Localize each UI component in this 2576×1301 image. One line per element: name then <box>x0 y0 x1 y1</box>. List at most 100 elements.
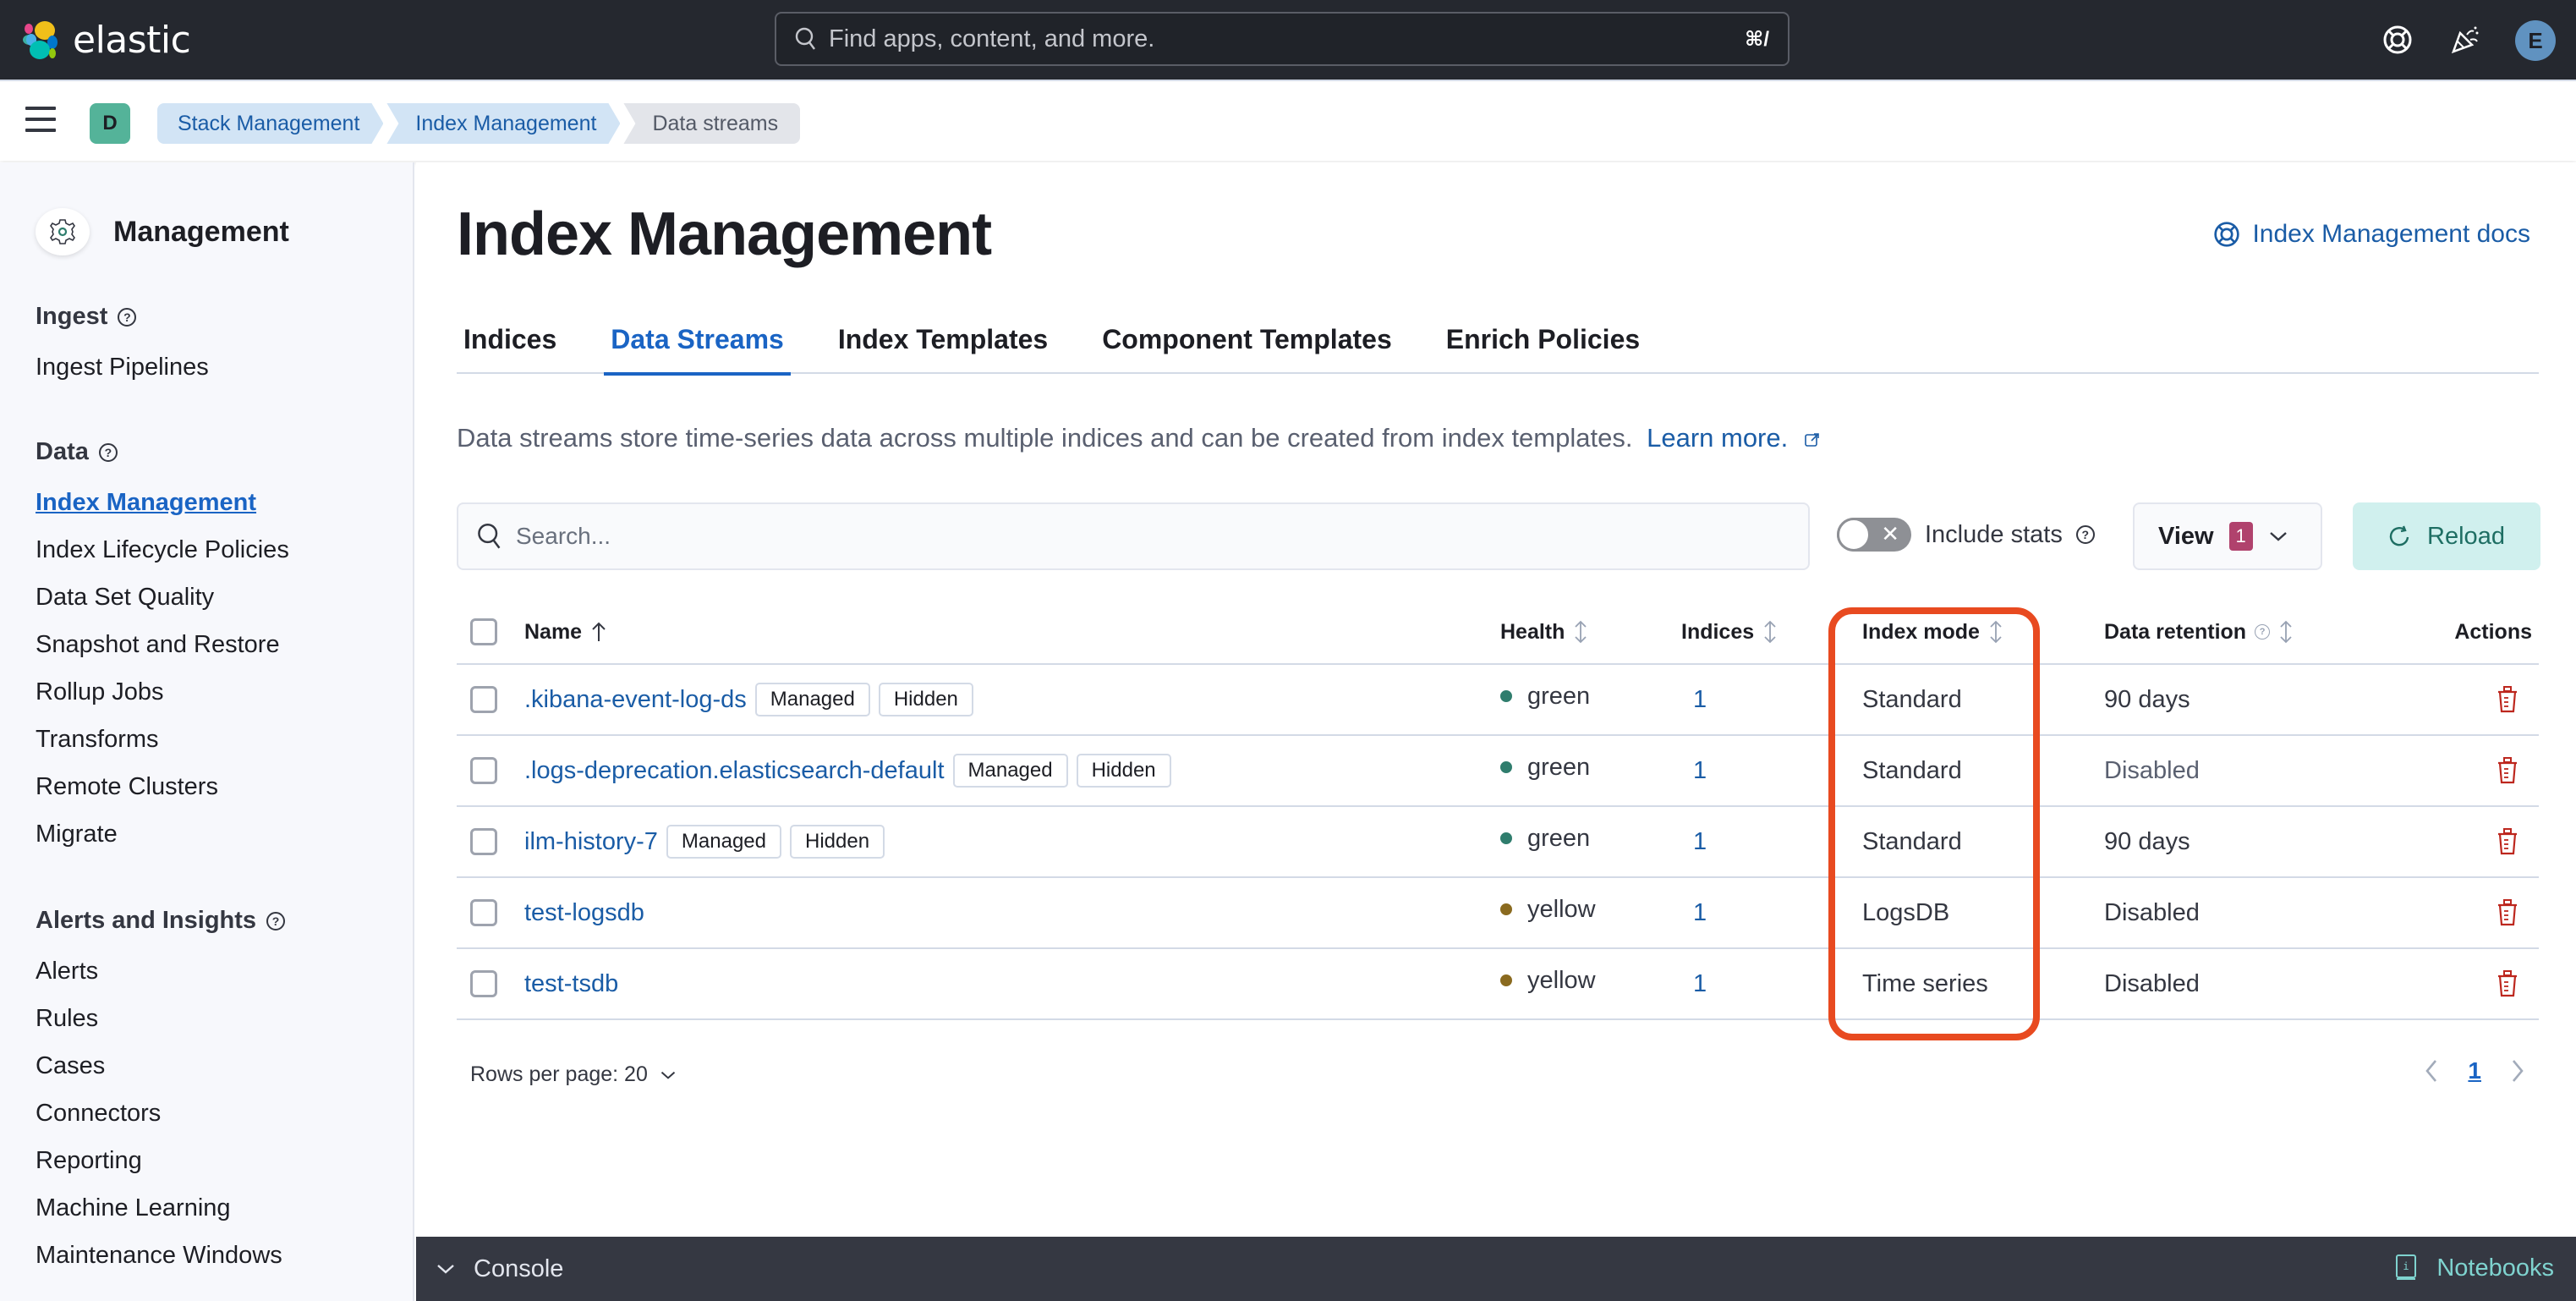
help-icon[interactable]: ? <box>2075 525 2095 544</box>
table-row: .kibana-event-log-ds Managed Hidden green … <box>457 665 2539 736</box>
column-header-health[interactable]: Health <box>1500 601 1588 663</box>
user-avatar[interactable]: E <box>2515 20 2556 61</box>
sidebar-item-data-set-quality[interactable]: Data Set Quality <box>36 584 214 612</box>
help-icon[interactable]: ? <box>118 307 137 327</box>
data-retention-cell: Disabled <box>2104 878 2200 947</box>
space-avatar[interactable]: D <box>90 103 130 144</box>
notebooks-button[interactable]: i Notebooks <box>2394 1254 2554 1282</box>
tab-indices[interactable]: Indices <box>457 310 563 369</box>
indices-count-link[interactable]: 1 <box>1693 757 1707 785</box>
elastic-logo[interactable]: elastic <box>20 19 191 62</box>
sidebar-header: Management <box>36 208 289 255</box>
sidebar-item-migrate[interactable]: Migrate <box>36 821 118 848</box>
data-stream-name-link[interactable]: test-tsdb <box>524 970 618 998</box>
sidebar-item-transforms[interactable]: Transforms <box>36 726 159 754</box>
trash-icon[interactable] <box>2497 685 2518 714</box>
close-icon: ✕ <box>1881 521 1899 546</box>
management-sidebar: Management Ingest ? Ingest Pipelines Dat… <box>0 162 414 1301</box>
sidebar-item-reporting[interactable]: Reporting <box>36 1147 142 1175</box>
table-header-row: Name Health Indices Index mode Data rete… <box>457 601 2539 665</box>
lifebuoy-icon <box>2383 25 2412 54</box>
view-filter-button[interactable]: View 1 <box>2133 502 2322 570</box>
breadcrumb-stack-management[interactable]: Stack Management <box>157 103 383 144</box>
data-retention-value: 90 days <box>2104 827 2190 855</box>
page-button-current[interactable]: 1 <box>2468 1057 2481 1084</box>
column-header-indices[interactable]: Indices <box>1681 601 1778 663</box>
help-menu-button[interactable] <box>2376 19 2419 61</box>
indices-cell: 1 <box>1693 807 1707 876</box>
row-checkbox[interactable] <box>470 686 497 713</box>
actions-cell <box>2497 736 2518 805</box>
index-mode-cell: Standard <box>1862 665 1962 734</box>
sidebar-item-index-lifecycle-policies[interactable]: Index Lifecycle Policies <box>36 536 289 564</box>
help-icon[interactable]: ? <box>98 442 118 462</box>
row-checkbox[interactable] <box>470 828 497 855</box>
chevron-left-icon[interactable] <box>2424 1058 2439 1084</box>
sidebar-item-snapshot-and-restore[interactable]: Snapshot and Restore <box>36 631 280 659</box>
sidebar-item-ingest-pipelines[interactable]: Ingest Pipelines <box>36 354 209 382</box>
trash-icon[interactable] <box>2497 827 2518 856</box>
tab-index-templates[interactable]: Index Templates <box>831 310 1055 369</box>
sidebar-item-connectors[interactable]: Connectors <box>36 1100 161 1128</box>
column-header-name[interactable]: Name <box>524 601 607 663</box>
indices-count-link[interactable]: 1 <box>1693 970 1707 998</box>
chevron-right-icon[interactable] <box>2510 1058 2525 1084</box>
console-toggle[interactable]: Console <box>435 1255 563 1283</box>
name-cell: test-logsdb <box>524 878 644 947</box>
tab-data-streams[interactable]: Data Streams <box>604 310 791 376</box>
data-stream-name-link[interactable]: ilm-history-7 <box>524 828 658 856</box>
global-search-input[interactable]: Find apps, content, and more. ⌘/ <box>775 12 1789 66</box>
tab-component-templates[interactable]: Component Templates <box>1095 310 1399 369</box>
row-checkbox[interactable] <box>470 757 497 784</box>
data-stream-name-link[interactable]: .logs-deprecation.elasticsearch-default <box>524 757 945 785</box>
news-feed-button[interactable] <box>2444 19 2486 61</box>
sidebar-item-rollup-jobs[interactable]: Rollup Jobs <box>36 678 164 706</box>
badge-hidden: Hidden <box>789 825 885 859</box>
trash-icon[interactable] <box>2497 756 2518 785</box>
indices-count-link[interactable]: 1 <box>1693 828 1707 856</box>
health-cell: green <box>1500 665 1590 734</box>
sidebar-item-rules[interactable]: Rules <box>36 1005 98 1033</box>
row-checkbox[interactable] <box>470 899 497 926</box>
brand-name: elastic <box>73 19 191 62</box>
search-icon <box>478 524 501 549</box>
sidebar-item-remote-clusters[interactable]: Remote Clusters <box>36 773 218 801</box>
indices-count-link[interactable]: 1 <box>1693 686 1707 714</box>
data-stream-name-link[interactable]: .kibana-event-log-ds <box>524 686 747 714</box>
learn-more-link[interactable]: Learn more. <box>1647 423 1788 453</box>
sortable-icon <box>1575 620 1587 644</box>
include-stats-switch[interactable]: ✕ <box>1837 518 1911 552</box>
help-icon[interactable]: ? <box>2255 624 2271 640</box>
index-mode-value: LogsDB <box>1862 898 1950 926</box>
column-header-index-mode[interactable]: Index mode <box>1862 601 2003 663</box>
select-all-checkbox[interactable] <box>470 618 497 645</box>
tab-enrich-policies[interactable]: Enrich Policies <box>1439 310 1647 369</box>
hamburger-menu-button[interactable] <box>25 107 56 132</box>
row-checkbox[interactable] <box>470 970 497 997</box>
trash-icon[interactable] <box>2497 898 2518 927</box>
sidebar-item-maintenance-windows[interactable]: Maintenance Windows <box>36 1242 282 1270</box>
indices-count-link[interactable]: 1 <box>1693 899 1707 927</box>
badge-hidden: Hidden <box>1076 754 1171 788</box>
breadcrumb-index-management[interactable]: Index Management <box>386 103 620 144</box>
menu-icon-line <box>25 107 56 110</box>
index-management-docs-link[interactable]: Index Management docs <box>2213 220 2530 249</box>
column-header-data-retention[interactable]: Data retention ? <box>2104 601 2294 663</box>
rows-per-page-button[interactable]: Rows per page: 20 <box>470 1062 677 1087</box>
sidebar-item-cases[interactable]: Cases <box>36 1052 105 1080</box>
sidebar-item-index-management[interactable]: Index Management <box>36 489 256 517</box>
reload-button[interactable]: Reload <box>2353 502 2540 570</box>
sidebar-item-machine-learning[interactable]: Machine Learning <box>36 1194 231 1222</box>
search-input[interactable] <box>516 523 1697 550</box>
indices-cell: 1 <box>1693 665 1707 734</box>
help-icon[interactable]: ? <box>266 911 286 930</box>
data-stream-name-link[interactable]: test-logsdb <box>524 899 644 927</box>
badge-managed: Managed <box>952 754 1068 788</box>
data-streams-search[interactable] <box>457 502 1810 570</box>
data-streams-description: Data streams store time-series data acro… <box>457 423 1821 453</box>
search-shortcut: ⌘/ <box>1745 27 1769 51</box>
row-select-cell <box>470 878 497 947</box>
trash-icon[interactable] <box>2497 969 2518 998</box>
sidebar-item-alerts[interactable]: Alerts <box>36 958 98 985</box>
row-select-cell <box>470 665 497 734</box>
